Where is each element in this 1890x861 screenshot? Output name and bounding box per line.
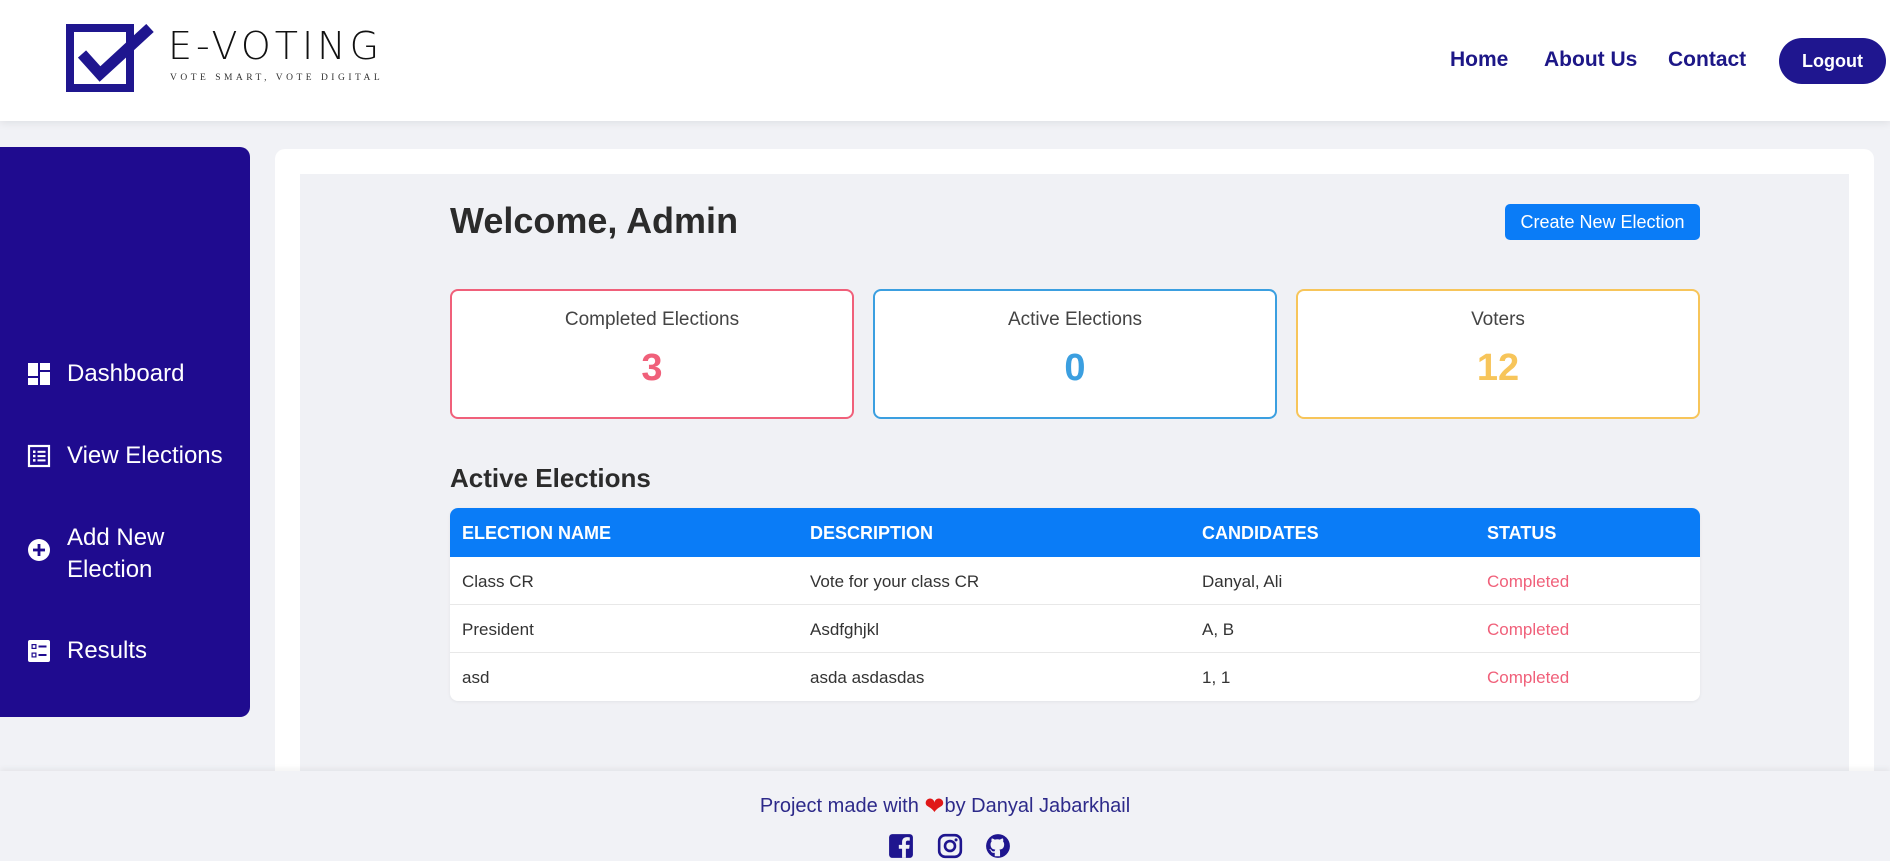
cell-description: asda asdasdas xyxy=(810,668,925,687)
stat-label: Active Elections xyxy=(1007,309,1143,330)
nav-home-link[interactable]: Home xyxy=(1450,48,1508,72)
page-title: Welcome, Admin xyxy=(450,200,739,241)
stat-card-active: Active Elections 0 xyxy=(873,289,1277,419)
cell-election-name: President xyxy=(462,620,534,639)
sidebar-item-view-elections[interactable]: View Elections xyxy=(27,440,223,472)
cell-status: Completed xyxy=(1487,668,1570,687)
cell-candidates: A, B xyxy=(1202,620,1235,639)
table-row: President Asdfghjkl A, B Completed xyxy=(450,605,1700,653)
sidebar-item-results[interactable]: Results xyxy=(27,635,147,667)
footer-text-before: Project made with xyxy=(759,795,925,817)
cell-candidates: 1, 1 xyxy=(1202,668,1231,687)
brand-tagline: VOTE SMART, VOTE DIGITAL xyxy=(170,73,384,83)
section-title-active-elections: Active Elections xyxy=(450,463,651,493)
stat-label: Voters xyxy=(1471,309,1525,330)
sidebar-item-label: Results xyxy=(67,637,148,664)
footer-credit: Project made with ❤by Danyal Jabarkhail xyxy=(0,792,1890,821)
heart-icon: ❤ xyxy=(924,793,945,820)
top-header: E-VOTING VOTE SMART, VOTE DIGITAL Home A… xyxy=(0,0,1890,121)
results-icon xyxy=(28,640,50,662)
facebook-icon[interactable] xyxy=(888,833,914,859)
dashboard-icon xyxy=(28,363,50,385)
cell-candidates: Danyal, Ali xyxy=(1202,572,1283,591)
sidebar: Dashboard View Elections Add New Electio… xyxy=(0,147,250,717)
list-icon xyxy=(27,444,51,468)
stat-card-voters: Voters 12 xyxy=(1296,289,1700,419)
brand-name: E-VOTING xyxy=(168,24,384,68)
instagram-icon[interactable] xyxy=(937,833,963,859)
logo-checkbox-icon xyxy=(66,24,154,92)
logout-button[interactable]: Logout xyxy=(1779,38,1886,84)
cell-status: Completed xyxy=(1487,572,1570,591)
cell-description: Asdfghjkl xyxy=(810,620,879,639)
nav-contact-link[interactable]: Contact xyxy=(1668,48,1746,72)
sidebar-item-label: Dashboard xyxy=(67,360,185,387)
cell-description: Vote for your class CR xyxy=(810,572,980,591)
table-row: Class CR Vote for your class CR Danyal, … xyxy=(450,557,1700,605)
table-row: asd asda asdasdas 1, 1 Completed xyxy=(450,653,1700,701)
stat-value: 0 xyxy=(1064,347,1086,389)
stat-label: Completed Elections xyxy=(564,309,740,330)
create-new-election-button[interactable]: Create New Election xyxy=(1505,204,1700,240)
stat-card-completed: Completed Elections 3 xyxy=(450,289,854,419)
sidebar-item-dashboard[interactable]: Dashboard xyxy=(27,358,184,390)
nav-about-link[interactable]: About Us xyxy=(1544,48,1637,72)
stat-value: 12 xyxy=(1476,347,1520,389)
sidebar-item-label: View Elections xyxy=(67,442,223,469)
footer-text-after: by Danyal Jabarkhail xyxy=(944,795,1131,817)
plus-circle-icon xyxy=(28,539,50,561)
sidebar-item-add-new-election[interactable]: Add New Election xyxy=(27,522,164,586)
cell-election-name: Class CR xyxy=(462,572,534,591)
column-header: STATUS xyxy=(1487,523,1557,543)
footer: Project made with ❤by Danyal Jabarkhail xyxy=(0,771,1890,861)
cell-status: Completed xyxy=(1487,620,1570,639)
sidebar-item-label: Add New Election xyxy=(67,524,165,583)
elections-table: ELECTION NAME DESCRIPTION CANDIDATES STA… xyxy=(450,508,1700,701)
cell-election-name: asd xyxy=(462,668,490,687)
column-header: CANDIDATES xyxy=(1202,523,1319,543)
column-header: ELECTION NAME xyxy=(462,523,612,543)
stat-value: 3 xyxy=(641,347,663,389)
github-icon[interactable] xyxy=(985,833,1011,859)
table-header: ELECTION NAME DESCRIPTION CANDIDATES STA… xyxy=(450,508,1700,557)
column-header: DESCRIPTION xyxy=(810,523,934,543)
